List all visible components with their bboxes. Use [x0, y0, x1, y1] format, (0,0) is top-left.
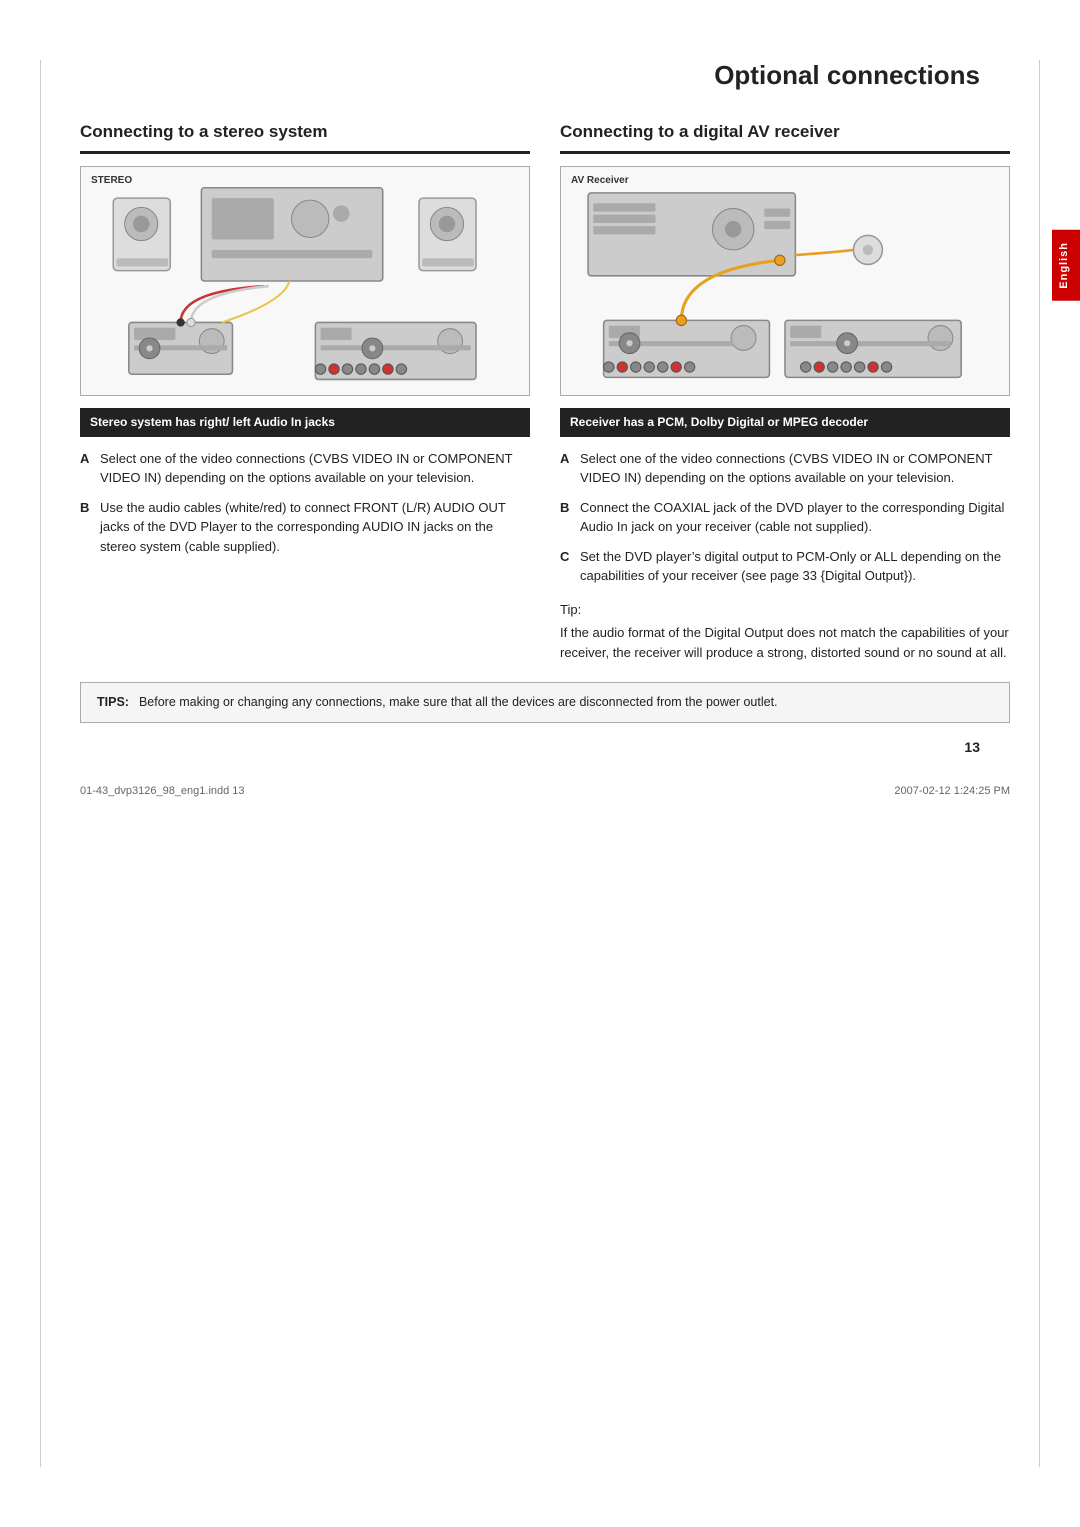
- tip-text: If the audio format of the Digital Outpu…: [560, 623, 1010, 662]
- bottom-tips-box: TIPS: Before making or changing any conn…: [80, 682, 1010, 723]
- left-column: Connecting to a stereo system STEREO: [80, 121, 530, 662]
- left-divider: [80, 151, 530, 154]
- tips-label: TIPS:: [97, 693, 129, 712]
- tip-label: Tip:: [560, 600, 1010, 620]
- page-number: 13: [80, 739, 1010, 755]
- right-section-heading: Connecting to a digital AV receiver: [560, 121, 1010, 143]
- tips-text: Before making or changing any connection…: [139, 693, 778, 712]
- left-step-b-text: Use the audio cables (white/red) to conn…: [100, 498, 530, 557]
- right-steps-list: A Select one of the video connections (C…: [560, 449, 1010, 586]
- footer-left: 01-43_dvp3126_98_eng1.indd 13: [80, 785, 245, 797]
- right-step-letter-a: A: [560, 449, 574, 488]
- stereo-label: STEREO: [91, 175, 132, 186]
- right-step-c: C Set the DVD player’s digital output to…: [560, 547, 1010, 586]
- av-label: AV Receiver: [571, 175, 629, 186]
- right-step-a: A Select one of the video connections (C…: [560, 449, 1010, 488]
- step-letter-a: A: [80, 449, 94, 488]
- left-section-heading: Connecting to a stereo system: [80, 121, 530, 143]
- right-step-b-text: Connect the COAXIAL jack of the DVD play…: [580, 498, 1010, 537]
- left-info-box: Stereo system has right/ left Audio In j…: [80, 408, 530, 437]
- english-tab: English: [1052, 230, 1080, 301]
- footer-right: 2007-02-12 1:24:25 PM: [894, 785, 1010, 797]
- right-step-letter-c: C: [560, 547, 574, 586]
- right-divider: [560, 151, 1010, 154]
- main-content: Connecting to a stereo system STEREO: [80, 121, 1010, 662]
- step-letter-b: B: [80, 498, 94, 557]
- left-step-a-text: Select one of the video connections (CVB…: [100, 449, 530, 488]
- right-column: Connecting to a digital AV receiver AV R…: [560, 121, 1010, 662]
- page-title: Optional connections: [80, 60, 1010, 91]
- right-step-c-text: Set the DVD player’s digital output to P…: [580, 547, 1010, 586]
- left-steps-list: A Select one of the video connections (C…: [80, 449, 530, 557]
- right-step-letter-b: B: [560, 498, 574, 537]
- av-diagram: AV Receiver: [560, 166, 1010, 396]
- av-svg: [561, 167, 1009, 395]
- footer: 01-43_dvp3126_98_eng1.indd 13 2007-02-12…: [80, 775, 1010, 797]
- stereo-diagram: STEREO: [80, 166, 530, 396]
- tip-section: Tip: If the audio format of the Digital …: [560, 600, 1010, 663]
- right-step-b: B Connect the COAXIAL jack of the DVD pl…: [560, 498, 1010, 537]
- stereo-svg: [81, 167, 529, 395]
- right-info-box: Receiver has a PCM, Dolby Digital or MPE…: [560, 408, 1010, 437]
- left-step-a: A Select one of the video connections (C…: [80, 449, 530, 488]
- right-step-a-text: Select one of the video connections (CVB…: [580, 449, 1010, 488]
- left-step-b: B Use the audio cables (white/red) to co…: [80, 498, 530, 557]
